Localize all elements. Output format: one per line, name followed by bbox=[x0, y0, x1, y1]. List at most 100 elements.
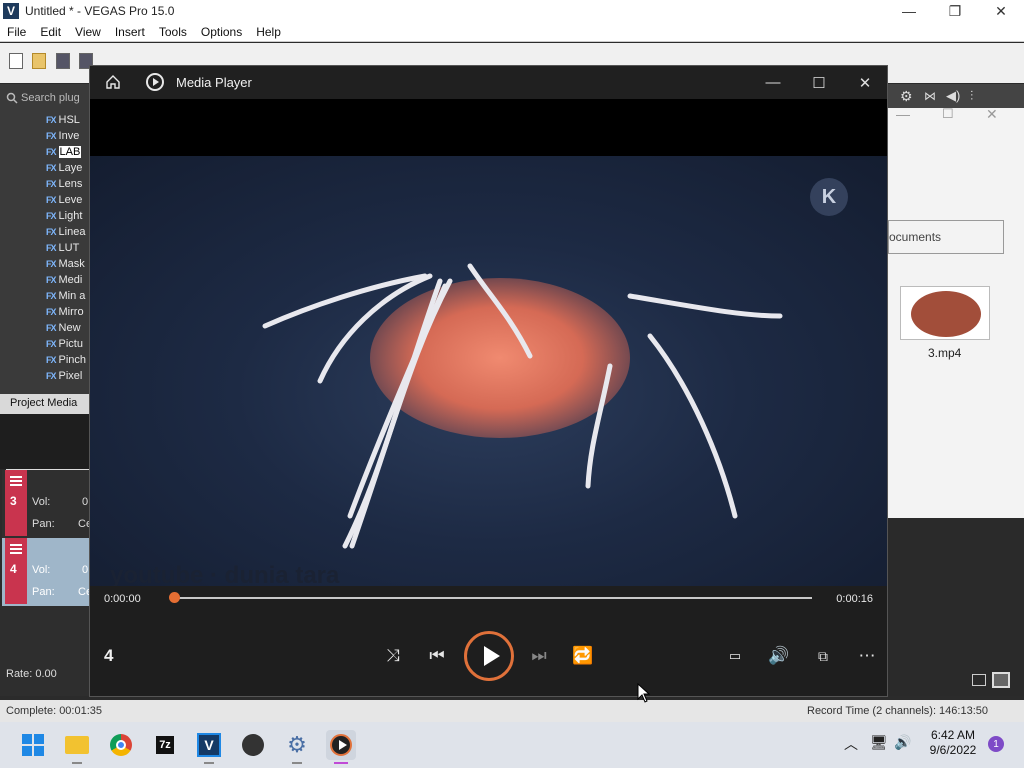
fx-list-item[interactable]: FX Pinch bbox=[46, 352, 86, 368]
wordpress-icon[interactable] bbox=[238, 730, 268, 760]
fx-list-item[interactable]: FX Inve bbox=[46, 128, 86, 144]
file-name[interactable]: 3.mp4 bbox=[928, 346, 961, 360]
seek-handle[interactable] bbox=[169, 592, 180, 603]
media-player-title-bar: Media Player — ☐ ✕ bbox=[90, 66, 887, 99]
fx-list-item[interactable]: FX Light bbox=[46, 208, 86, 224]
fx-list-item[interactable]: FX Mirro bbox=[46, 304, 86, 320]
restore-button[interactable]: ❐ bbox=[932, 0, 978, 22]
fx-list-item[interactable]: FX Pixel bbox=[46, 368, 86, 384]
chrome-icon[interactable] bbox=[106, 730, 136, 760]
open-folder-icon[interactable] bbox=[32, 53, 46, 69]
fx-list-item[interactable]: FX Linea bbox=[46, 224, 86, 240]
fx-icon: FX bbox=[46, 147, 56, 157]
menu-insert[interactable]: Insert bbox=[108, 25, 152, 39]
more-options-icon[interactable]: ⋯ bbox=[852, 641, 882, 671]
save-icon[interactable] bbox=[56, 53, 70, 69]
track-number: 3 bbox=[10, 494, 17, 508]
vol-value[interactable]: 0 bbox=[82, 564, 88, 576]
settings-icon[interactable]: ⚙ bbox=[282, 730, 312, 764]
list-view-icon[interactable] bbox=[972, 674, 986, 686]
explorer-minimize-icon[interactable]: — bbox=[896, 106, 910, 122]
menu-view[interactable]: View bbox=[68, 25, 108, 39]
fx-list-item[interactable]: FX Min a bbox=[46, 288, 86, 304]
file-explorer-icon[interactable] bbox=[62, 730, 92, 764]
chevron-up-icon[interactable]: ︿ bbox=[844, 734, 858, 754]
track-menu-icon[interactable] bbox=[10, 544, 22, 554]
right-toolbar: ⚙ ⋈ ◀) ⫶ bbox=[888, 84, 1024, 108]
fx-list-item[interactable]: FX Leve bbox=[46, 192, 86, 208]
track-menu-icon[interactable] bbox=[10, 476, 22, 486]
menu-file[interactable]: File bbox=[0, 25, 33, 39]
fx-list-item[interactable]: FX LAB bbox=[46, 144, 86, 160]
fx-label: Medi bbox=[58, 274, 83, 286]
minimize-button[interactable]: — bbox=[886, 0, 932, 22]
shuffle-icon[interactable]: ⤨ bbox=[378, 641, 408, 671]
next-icon[interactable]: ⏭ bbox=[524, 641, 554, 671]
video-area[interactable]: K youtube · dunia tara bbox=[90, 99, 887, 586]
fx-icon: FX bbox=[46, 355, 56, 365]
menu-edit[interactable]: Edit bbox=[33, 25, 68, 39]
close-button[interactable]: ✕ bbox=[978, 0, 1024, 22]
channel-logo: K bbox=[810, 178, 848, 216]
menu-bar: File Edit View Insert Tools Options Help bbox=[0, 22, 1024, 42]
fx-icon: FX bbox=[46, 179, 56, 189]
file-thumbnail[interactable] bbox=[900, 286, 990, 340]
gear-icon[interactable]: ⚙ bbox=[900, 88, 913, 105]
plugin-search[interactable]: Search plug bbox=[6, 90, 90, 106]
start-icon[interactable] bbox=[18, 730, 48, 760]
fx-list-item[interactable]: FX LUT bbox=[46, 240, 86, 256]
menu-options[interactable]: Options bbox=[194, 25, 249, 39]
speaker-icon[interactable]: 🔊 bbox=[894, 734, 911, 751]
explorer-maximize-icon[interactable]: ☐ bbox=[942, 106, 954, 122]
fx-icon: FX bbox=[46, 227, 56, 237]
track-header[interactable]: 4 Vol: 0 Pan: Ce bbox=[2, 538, 92, 606]
fx-icon: FX bbox=[46, 131, 56, 141]
system-clock[interactable]: 6:42 AM 9/6/2022 bbox=[920, 728, 986, 758]
fx-list-item[interactable]: FX Lens bbox=[46, 176, 86, 192]
repeat-icon[interactable]: 🔁 bbox=[568, 641, 598, 671]
fx-icon: FX bbox=[46, 195, 56, 205]
7zip-icon[interactable]: 7z bbox=[150, 730, 180, 760]
seek-track[interactable] bbox=[174, 597, 812, 599]
fx-list-item[interactable]: FX Pictu bbox=[46, 336, 86, 352]
menu-help[interactable]: Help bbox=[249, 25, 288, 39]
play-button[interactable] bbox=[464, 631, 514, 681]
previous-icon[interactable]: ⏮ bbox=[422, 641, 452, 671]
fx-label: Pinch bbox=[58, 354, 87, 366]
track-header[interactable]: 3 Vol: 0 Pan: Ce bbox=[2, 470, 92, 538]
new-file-icon[interactable] bbox=[9, 53, 23, 69]
vol-value[interactable]: 0 bbox=[82, 496, 88, 508]
network-icon[interactable]: 🖥 bbox=[870, 734, 888, 751]
fx-label: Mirro bbox=[58, 306, 84, 318]
documents-field[interactable]: ocuments bbox=[888, 220, 1004, 254]
thumbnail-view-icon[interactable] bbox=[992, 672, 1010, 688]
maximize-button[interactable]: ☐ bbox=[796, 66, 842, 99]
seek-bar: 0:00:00 0:00:16 bbox=[90, 586, 887, 616]
tab-project-media[interactable]: Project Media bbox=[0, 394, 90, 414]
mixer-icon[interactable]: ⫶ bbox=[970, 88, 973, 104]
volume-icon[interactable]: ◀) bbox=[946, 88, 960, 104]
fx-list-item[interactable]: FX Medi bbox=[46, 272, 86, 288]
menu-tools[interactable]: Tools bbox=[152, 25, 194, 39]
fx-list-item[interactable]: FX HSL bbox=[46, 112, 86, 128]
notification-badge[interactable]: 1 bbox=[988, 736, 1004, 752]
fx-list-item[interactable]: FX Mask bbox=[46, 256, 86, 272]
split-icon[interactable]: ⋈ bbox=[924, 89, 936, 103]
vegas-title-bar: V Untitled * - VEGAS Pro 15.0 — ❐ ✕ bbox=[0, 0, 1024, 22]
fx-icon: FX bbox=[46, 291, 56, 301]
current-time: 0:00:00 bbox=[104, 593, 141, 605]
volume-icon[interactable]: 🔊 bbox=[764, 641, 794, 671]
fx-list-item[interactable]: FX New bbox=[46, 320, 86, 336]
mini-player-icon[interactable]: ⧉ bbox=[808, 641, 838, 671]
media-player-icon[interactable] bbox=[326, 730, 356, 764]
vegas-icon[interactable]: V bbox=[194, 730, 224, 764]
fx-icon: FX bbox=[46, 163, 56, 173]
fx-label: LAB bbox=[58, 146, 82, 158]
explorer-close-icon[interactable]: ✕ bbox=[986, 106, 998, 123]
home-icon[interactable] bbox=[104, 73, 122, 91]
subtitles-icon[interactable]: ▭ bbox=[720, 641, 750, 671]
minimize-button[interactable]: — bbox=[750, 66, 796, 99]
fx-list-item[interactable]: FX Laye bbox=[46, 160, 86, 176]
fx-label: Lens bbox=[58, 178, 83, 190]
close-button[interactable]: ✕ bbox=[842, 66, 888, 99]
